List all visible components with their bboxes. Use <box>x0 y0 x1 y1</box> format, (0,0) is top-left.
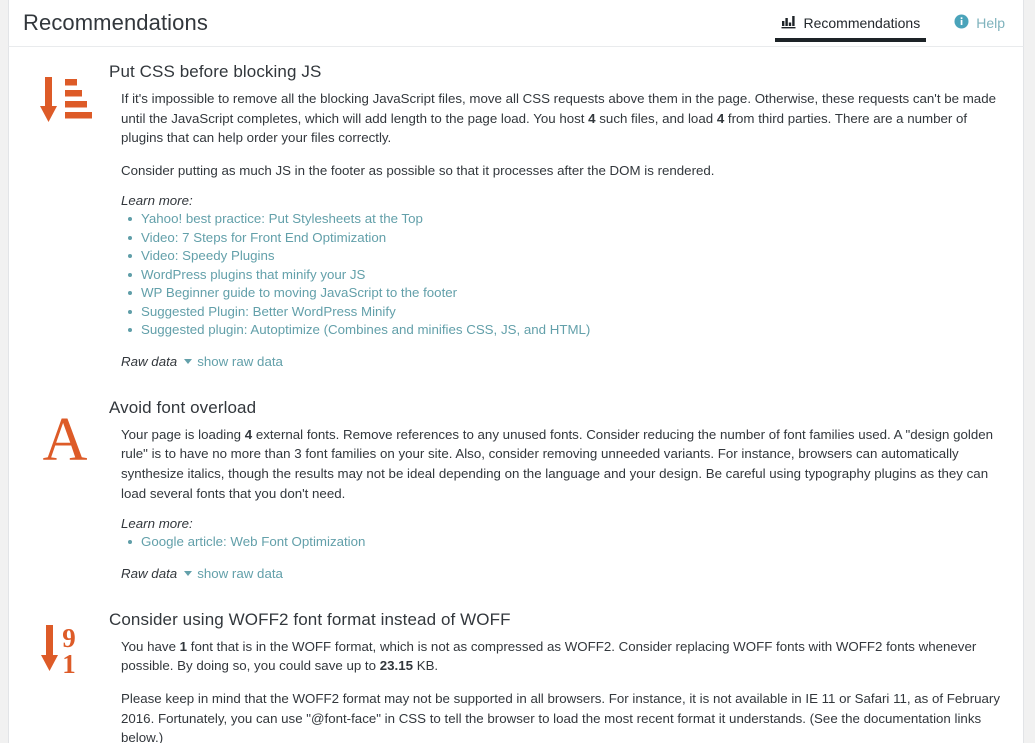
list-item: Suggested plugin: Autoptimize (Combines … <box>121 321 1009 340</box>
recommendation-item: 9 1 Consider using WOFF2 font format ins… <box>9 595 1023 743</box>
list-item: Suggested Plugin: Better WordPress Minif… <box>121 303 1009 322</box>
recommendation-item: A Avoid font overload Your page is loadi… <box>9 383 1023 595</box>
info-circle-icon <box>954 14 969 32</box>
learn-more-link[interactable]: Video: 7 Steps for Front End Optimizatio… <box>141 230 386 245</box>
list-item: Video: 7 Steps for Front End Optimizatio… <box>121 229 1009 248</box>
tab-help-label: Help <box>976 15 1005 31</box>
learn-more-link[interactable]: Suggested plugin: Autoptimize (Combines … <box>141 322 590 337</box>
chevron-down-icon <box>184 570 193 576</box>
recommendation-title: Consider using WOFF2 font format instead… <box>109 609 511 629</box>
learn-more-link[interactable]: Video: Speedy Plugins <box>141 248 275 263</box>
letter-a-icon: A <box>42 405 88 474</box>
show-raw-data-toggle[interactable]: show raw data <box>184 354 283 369</box>
learn-more-link[interactable]: WordPress plugins that minify your JS <box>141 267 365 282</box>
raw-data-row: Raw data show raw data <box>121 354 1009 383</box>
recommendation-paragraph: You have 1 font that is in the WOFF form… <box>121 638 977 674</box>
recommendation-body: Avoid font overload Your page is loading… <box>107 397 1009 595</box>
bar-chart-icon <box>781 15 796 32</box>
tab-recommendations[interactable]: Recommendations <box>775 0 926 46</box>
recommendation-paragraph: If it's impossible to remove all the blo… <box>121 91 996 146</box>
page-header: Recommendations Recommendations Help <box>8 0 1024 46</box>
recommendation-body: Consider using WOFF2 font format instead… <box>107 609 1009 743</box>
learn-more-list: Google article: Web Font Optimization <box>121 533 1009 552</box>
show-raw-data-label: show raw data <box>197 565 283 581</box>
learn-more-link[interactable]: Suggested Plugin: Better WordPress Minif… <box>141 304 396 319</box>
learn-more-link[interactable]: WP Beginner guide to moving JavaScript t… <box>141 285 457 300</box>
tab-help[interactable]: Help <box>948 0 1011 46</box>
raw-data-label: Raw data <box>121 353 178 369</box>
tab-recommendations-label: Recommendations <box>803 15 921 31</box>
show-raw-data-label: show raw data <box>197 353 283 369</box>
chevron-down-icon <box>184 358 193 364</box>
raw-data-row: Raw data show raw data <box>121 566 1009 595</box>
learn-more-link[interactable]: Google article: Web Font Optimization <box>141 534 365 549</box>
recommendation-title: Avoid font overload <box>109 397 257 417</box>
learn-more-label: Learn more: <box>121 193 193 209</box>
recommendation-paragraph: Consider putting as much JS in the foote… <box>121 162 715 178</box>
learn-more-list: Yahoo! best practice: Put Stylesheets at… <box>121 210 1009 340</box>
show-raw-data-toggle[interactable]: show raw data <box>184 566 283 581</box>
list-item: WP Beginner guide to moving JavaScript t… <box>121 284 1009 303</box>
sort-amount-down-icon <box>23 61 107 129</box>
recommendation-paragraph: Your page is loading 4 external fonts. R… <box>121 426 994 501</box>
list-item: Google article: Web Font Optimization <box>121 533 1009 552</box>
list-item: WordPress plugins that minify your JS <box>121 266 1009 285</box>
list-item: Video: Speedy Plugins <box>121 247 1009 266</box>
header-nav: Recommendations Help <box>775 0 1011 46</box>
learn-more-label: Learn more: <box>121 516 193 532</box>
learn-more-link[interactable]: Yahoo! best practice: Put Stylesheets at… <box>141 211 423 226</box>
recommendations-card: Put CSS before blocking JS If it's impos… <box>8 46 1024 743</box>
list-item: Yahoo! best practice: Put Stylesheets at… <box>121 210 1009 229</box>
page-title: Recommendations <box>23 10 208 35</box>
svg-text:1: 1 <box>62 649 76 679</box>
recommendation-body: Put CSS before blocking JS If it's impos… <box>107 61 1009 383</box>
recommendation-paragraph: Please keep in mind that the WOFF2 forma… <box>121 690 1000 743</box>
recommendations-page: Recommendations Recommendations Help Put… <box>0 0 1035 743</box>
sort-numeric-down-icon: 9 1 <box>23 609 107 679</box>
recommendation-item: Put CSS before blocking JS If it's impos… <box>9 47 1023 383</box>
raw-data-label: Raw data <box>121 565 178 581</box>
recommendation-title: Put CSS before blocking JS <box>109 62 322 81</box>
